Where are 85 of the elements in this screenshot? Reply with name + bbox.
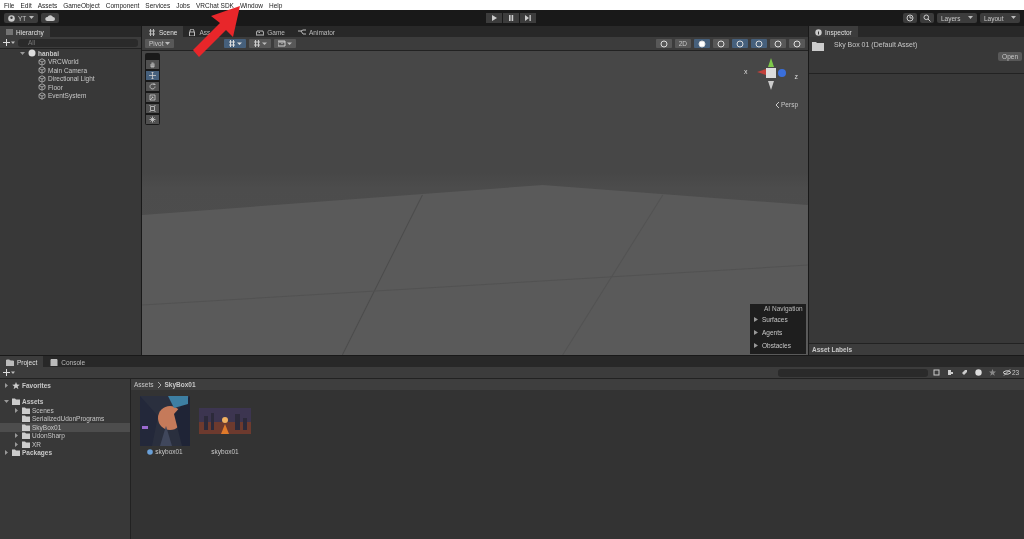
pause-icon xyxy=(508,15,515,21)
circle-icon xyxy=(755,39,763,48)
history-button[interactable] xyxy=(903,13,917,23)
filter-button[interactable] xyxy=(931,368,942,377)
grid-icon xyxy=(253,40,268,47)
add-button[interactable] xyxy=(3,369,15,376)
search-field[interactable] xyxy=(778,368,928,377)
expand-arrow-icon[interactable] xyxy=(4,382,9,388)
console-icon xyxy=(50,358,59,366)
fx-toggle[interactable] xyxy=(732,39,748,48)
rotate-tool[interactable] xyxy=(146,82,159,91)
sphere-icon xyxy=(147,448,154,455)
arrow-annotation xyxy=(193,6,243,58)
step-button[interactable] xyxy=(520,13,537,23)
caret-icon xyxy=(968,16,973,20)
star-icon xyxy=(12,381,20,389)
pause-button[interactable] xyxy=(503,13,520,23)
star-icon xyxy=(989,369,996,376)
history-icon xyxy=(906,14,914,22)
search-button[interactable] xyxy=(920,13,934,23)
scene-icon xyxy=(28,49,36,58)
chevron-icon xyxy=(775,101,780,108)
bulb-icon xyxy=(698,39,706,48)
caret-icon xyxy=(165,41,171,46)
rect-tool[interactable] xyxy=(146,104,159,113)
expand-arrow-icon[interactable] xyxy=(20,50,25,56)
ruler-icon xyxy=(278,40,293,47)
grid-button[interactable] xyxy=(224,39,247,48)
hand-tool[interactable] xyxy=(146,60,159,69)
expand-arrow-icon[interactable] xyxy=(754,343,758,348)
move-tool[interactable] xyxy=(146,71,159,80)
increment-button[interactable] xyxy=(274,39,297,48)
caret-icon xyxy=(1011,16,1016,20)
folder-icon xyxy=(812,41,824,51)
expand-arrow-icon[interactable] xyxy=(754,317,758,322)
gizmos-toggle[interactable] xyxy=(789,39,805,48)
hidden-toggle[interactable] xyxy=(751,39,767,48)
scale-icon xyxy=(149,94,156,101)
expand-arrow-icon[interactable] xyxy=(14,407,19,413)
expand-arrow-icon[interactable] xyxy=(4,450,9,456)
circle-icon xyxy=(774,39,782,48)
grid-icon xyxy=(228,40,243,47)
play-icon xyxy=(491,15,498,21)
circle-icon xyxy=(736,39,744,48)
list-icon xyxy=(6,29,13,35)
tag-icon xyxy=(961,369,968,376)
plus-icon xyxy=(3,39,15,46)
warning-button[interactable] xyxy=(973,368,984,377)
add-button[interactable] xyxy=(3,39,15,46)
grid-icon xyxy=(148,28,156,36)
alert-icon xyxy=(975,369,982,376)
move-icon xyxy=(149,72,156,79)
branch-icon xyxy=(298,28,306,36)
gamepad-icon xyxy=(256,28,265,36)
expand-arrow-icon[interactable] xyxy=(14,441,19,447)
circle-icon xyxy=(793,39,801,48)
plus-icon xyxy=(3,369,15,376)
user-icon xyxy=(8,14,15,22)
circle-icon xyxy=(659,39,668,48)
snap-button[interactable] xyxy=(249,39,272,48)
cloud-button[interactable] xyxy=(41,13,60,23)
rotate-icon xyxy=(149,83,156,90)
type-filter-button[interactable] xyxy=(945,368,956,377)
cloud-icon xyxy=(45,15,56,21)
circle-icon xyxy=(717,39,725,48)
transform-icon xyxy=(149,116,156,123)
caret-icon xyxy=(29,16,35,20)
light-toggle[interactable] xyxy=(694,39,710,48)
expand-arrow-icon[interactable] xyxy=(4,399,9,405)
shapes-icon xyxy=(947,369,954,376)
scale-tool[interactable] xyxy=(146,93,159,102)
search-icon xyxy=(923,14,931,22)
audio-toggle[interactable] xyxy=(713,39,729,48)
chevron-icon xyxy=(156,381,162,388)
rect-icon xyxy=(149,105,156,112)
shading-toggle[interactable] xyxy=(655,39,672,48)
lock-icon xyxy=(188,28,197,36)
expand-arrow-icon[interactable] xyxy=(754,330,758,335)
play-button[interactable] xyxy=(486,13,503,23)
star-button[interactable] xyxy=(987,368,998,377)
step-icon xyxy=(525,15,532,21)
camera-toggle[interactable] xyxy=(770,39,786,48)
transform-tool[interactable] xyxy=(146,115,159,124)
expand-arrow-icon[interactable] xyxy=(14,433,19,439)
eye-slash-icon xyxy=(1002,369,1011,376)
